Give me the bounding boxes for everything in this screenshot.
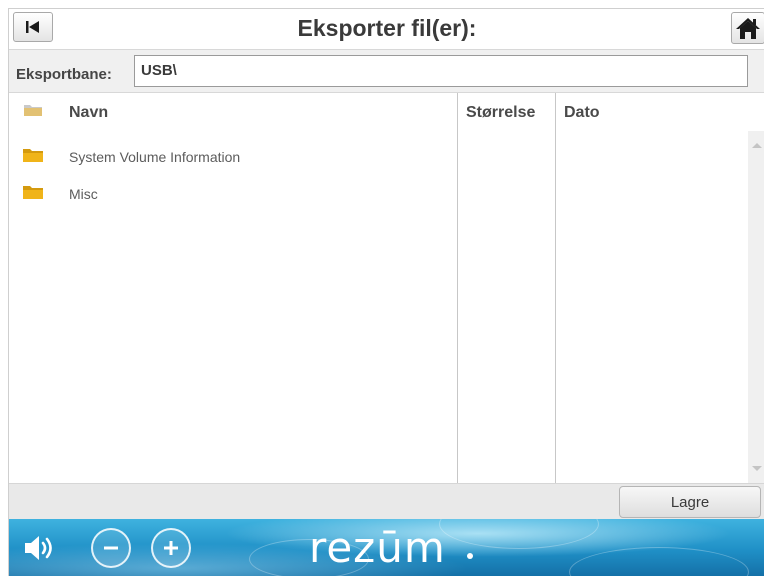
column-divider xyxy=(555,93,556,483)
home-button[interactable] xyxy=(731,12,764,44)
folder-icon xyxy=(24,105,42,116)
scroll-down-arrow-icon[interactable] xyxy=(752,466,762,471)
export-path-field[interactable]: USB\ xyxy=(134,55,748,87)
brand-logo-dot xyxy=(467,553,473,559)
export-path-row: Eksportbane: USB\ xyxy=(9,49,764,93)
export-files-screen: Eksporter fil(er): Eksportbane: USB\ Nav… xyxy=(8,8,764,576)
volume-up-button[interactable] xyxy=(151,528,191,568)
list-item[interactable]: System Volume Information xyxy=(9,141,457,173)
brand-logo: rezūm xyxy=(309,523,446,572)
scroll-up-arrow-icon[interactable] xyxy=(752,143,762,148)
volume-down-button[interactable] xyxy=(91,528,131,568)
home-icon xyxy=(736,18,760,39)
column-header-name[interactable]: Navn xyxy=(69,104,108,122)
column-header-size[interactable]: Størrelse xyxy=(466,104,535,122)
file-name: Misc xyxy=(69,186,98,202)
page-title: Eksporter fil(er): xyxy=(297,15,477,41)
column-divider xyxy=(457,93,458,483)
plus-icon xyxy=(164,541,178,555)
water-ripple xyxy=(439,519,599,549)
minus-icon xyxy=(104,546,118,550)
action-bar: Lagre xyxy=(9,483,764,519)
list-item[interactable]: Misc xyxy=(9,178,457,210)
folder-icon xyxy=(23,149,43,162)
speaker-icon[interactable] xyxy=(23,533,57,563)
file-name: System Volume Information xyxy=(69,149,241,165)
column-header-date[interactable]: Dato xyxy=(564,104,600,122)
file-list: Navn Størrelse Dato System Volume Inform… xyxy=(9,93,764,483)
brand-footer: rezūm xyxy=(9,519,764,576)
save-button[interactable]: Lagre xyxy=(619,486,761,518)
folder-icon xyxy=(23,186,43,199)
title-bar: Eksporter fil(er): xyxy=(9,9,764,49)
vertical-scrollbar[interactable] xyxy=(748,131,764,483)
water-ripple xyxy=(569,547,749,576)
export-path-label: Eksportbane: xyxy=(16,66,112,83)
